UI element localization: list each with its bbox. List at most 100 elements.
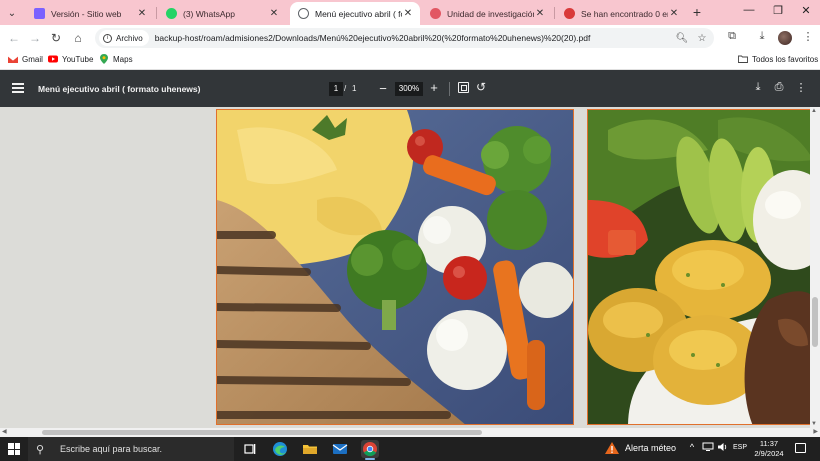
reload-icon[interactable]: ↻: [48, 30, 64, 46]
download-icon[interactable]: ⤓: [754, 30, 770, 43]
taskbar-search-box[interactable]: ⚲ Escribe aquí para buscar.: [28, 437, 234, 461]
fit-page-icon[interactable]: [458, 82, 469, 93]
page-number-input[interactable]: 1: [329, 82, 343, 96]
file-explorer-icon[interactable]: [301, 440, 319, 458]
tab-search-icon[interactable]: ⌄: [4, 5, 20, 21]
bookmark-maps[interactable]: Maps: [99, 54, 133, 64]
download-icon[interactable]: ⤓: [751, 81, 765, 94]
food-photo-steak: [216, 109, 574, 425]
close-icon[interactable]: ✕: [136, 8, 148, 19]
clock-date: 2/9/2024: [754, 449, 784, 458]
vertical-scrollbar[interactable]: ▲ ▼: [810, 107, 820, 428]
star-icon[interactable]: ☆: [694, 33, 710, 44]
steak-plate-image: [217, 110, 573, 424]
weather-alert-icon: [605, 442, 619, 454]
scroll-down-icon[interactable]: ▼: [811, 421, 817, 427]
site-info-chip[interactable]: i Archivo: [99, 30, 149, 46]
menu-icon[interactable]: [12, 83, 24, 93]
whatsapp-icon: [166, 8, 177, 19]
info-icon: i: [103, 33, 112, 43]
weather-widget[interactable]: Alerta méteo: [605, 442, 676, 454]
home-icon[interactable]: ⌂: [70, 30, 86, 46]
tab-whatsapp[interactable]: (3) WhatsApp ✕: [158, 2, 286, 25]
close-icon[interactable]: ✕: [534, 8, 546, 19]
bookmarks-bar: Gmail YouTube Maps Todos los favoritos: [0, 51, 820, 70]
browser-toolbar: ← → ↻ ⌂ i Archivo backup-host/roam/admis…: [0, 25, 820, 51]
horizontal-scroll-thumb[interactable]: [42, 430, 482, 435]
clock[interactable]: 11:37 2/9/2024: [754, 439, 784, 459]
youtube-icon: [48, 55, 58, 63]
toolbar-divider: [449, 82, 450, 96]
zoom-icon[interactable]: 🔍︎: [674, 33, 690, 44]
print-icon[interactable]: ⎙: [772, 81, 786, 94]
bookmark-youtube[interactable]: YouTube: [48, 54, 93, 64]
clock-time: 11:37: [759, 439, 779, 448]
forward-icon[interactable]: →: [27, 30, 43, 46]
weather-text: Alerta méteo: [625, 443, 677, 453]
scroll-right-icon[interactable]: ▶: [813, 428, 818, 435]
tab-unidad[interactable]: Unidad de investigación - U ✕: [422, 2, 552, 25]
avatar[interactable]: [778, 31, 792, 45]
close-window-button[interactable]: ✕: [796, 4, 816, 17]
back-icon[interactable]: ←: [6, 30, 22, 46]
edge-icon[interactable]: [271, 440, 289, 458]
bookmark-gmail[interactable]: Gmail: [8, 54, 43, 64]
check-icon: [564, 8, 575, 19]
network-icon[interactable]: [701, 442, 715, 454]
patacones-plate-image: [588, 110, 810, 424]
zoom-out-button[interactable]: −: [377, 81, 389, 96]
zoom-level-input[interactable]: 300%: [395, 82, 423, 96]
language-indicator[interactable]: ESP: [733, 444, 747, 451]
new-tab-button[interactable]: +: [690, 5, 704, 19]
tab-title: Versión - Sitio web: [51, 8, 122, 19]
minimize-button[interactable]: —: [739, 4, 759, 16]
address-bar[interactable]: i Archivo backup-host/roam/admisiones2/D…: [95, 28, 714, 48]
windows-taskbar: ⚲ Escribe aquí para buscar. Alerta méteo…: [0, 437, 820, 461]
tab-divider: [156, 7, 157, 19]
tab-divider: [554, 7, 555, 19]
vertical-scroll-thumb[interactable]: [812, 297, 818, 347]
search-icon: ⚲: [36, 443, 45, 456]
page-total: 1: [352, 84, 357, 93]
more-options-icon[interactable]: ⋮: [794, 81, 808, 94]
mail-icon[interactable]: [331, 440, 349, 458]
site-icon: [34, 8, 45, 19]
zoom-in-button[interactable]: +: [428, 80, 440, 95]
food-photo-patacones: [587, 109, 810, 425]
maps-icon: [100, 54, 108, 64]
maximize-button[interactable]: ❐: [768, 4, 788, 17]
chip-label: Archivo: [116, 33, 143, 43]
tab-menu-pdf[interactable]: Menú ejecutivo abril ( forma ✕: [290, 2, 420, 25]
document-title: Menú ejecutivo abril ( formato uhenews): [38, 84, 201, 94]
tab-title: Menú ejecutivo abril ( forma: [315, 8, 402, 19]
page-separator: /: [344, 84, 347, 93]
tab-errores[interactable]: Se han encontrado 0 errores ✕: [556, 2, 686, 25]
globe-icon: [298, 8, 309, 19]
url-text[interactable]: backup-host/roam/admisiones2/Downloads/M…: [155, 33, 674, 43]
tab-title: (3) WhatsApp: [183, 8, 235, 19]
volume-icon[interactable]: [716, 442, 730, 454]
scroll-up-icon[interactable]: ▲: [811, 108, 817, 114]
horizontal-scrollbar[interactable]: ◀ ▶: [0, 428, 820, 437]
extensions-icon[interactable]: ⧉: [724, 30, 740, 43]
tab-version[interactable]: Versión - Sitio web ✕: [26, 2, 154, 25]
close-icon[interactable]: ✕: [402, 8, 414, 19]
scroll-left-icon[interactable]: ◀: [2, 428, 7, 435]
windows-start-icon[interactable]: [8, 443, 20, 455]
task-view-icon[interactable]: [241, 440, 259, 458]
site-icon: [430, 8, 441, 19]
kebab-menu-icon[interactable]: ⋮: [800, 30, 816, 43]
pdf-viewport[interactable]: [0, 107, 810, 428]
tab-title: Unidad de investigación - U: [447, 8, 534, 19]
tab-title: Se han encontrado 0 errores: [581, 8, 668, 19]
close-icon[interactable]: ✕: [668, 8, 680, 19]
rotate-icon[interactable]: ↺: [476, 80, 486, 94]
chrome-icon[interactable]: [361, 440, 379, 460]
tray-overflow-icon[interactable]: ^: [685, 442, 699, 452]
bookmark-folder-all[interactable]: Todos los favoritos: [738, 54, 818, 64]
folder-icon: [738, 55, 748, 63]
pdf-toolbar: Menú ejecutivo abril ( formato uhenews) …: [0, 71, 820, 107]
search-placeholder: Escribe aquí para buscar.: [60, 444, 163, 454]
close-icon[interactable]: ✕: [268, 8, 280, 19]
notifications-icon[interactable]: [795, 443, 806, 453]
